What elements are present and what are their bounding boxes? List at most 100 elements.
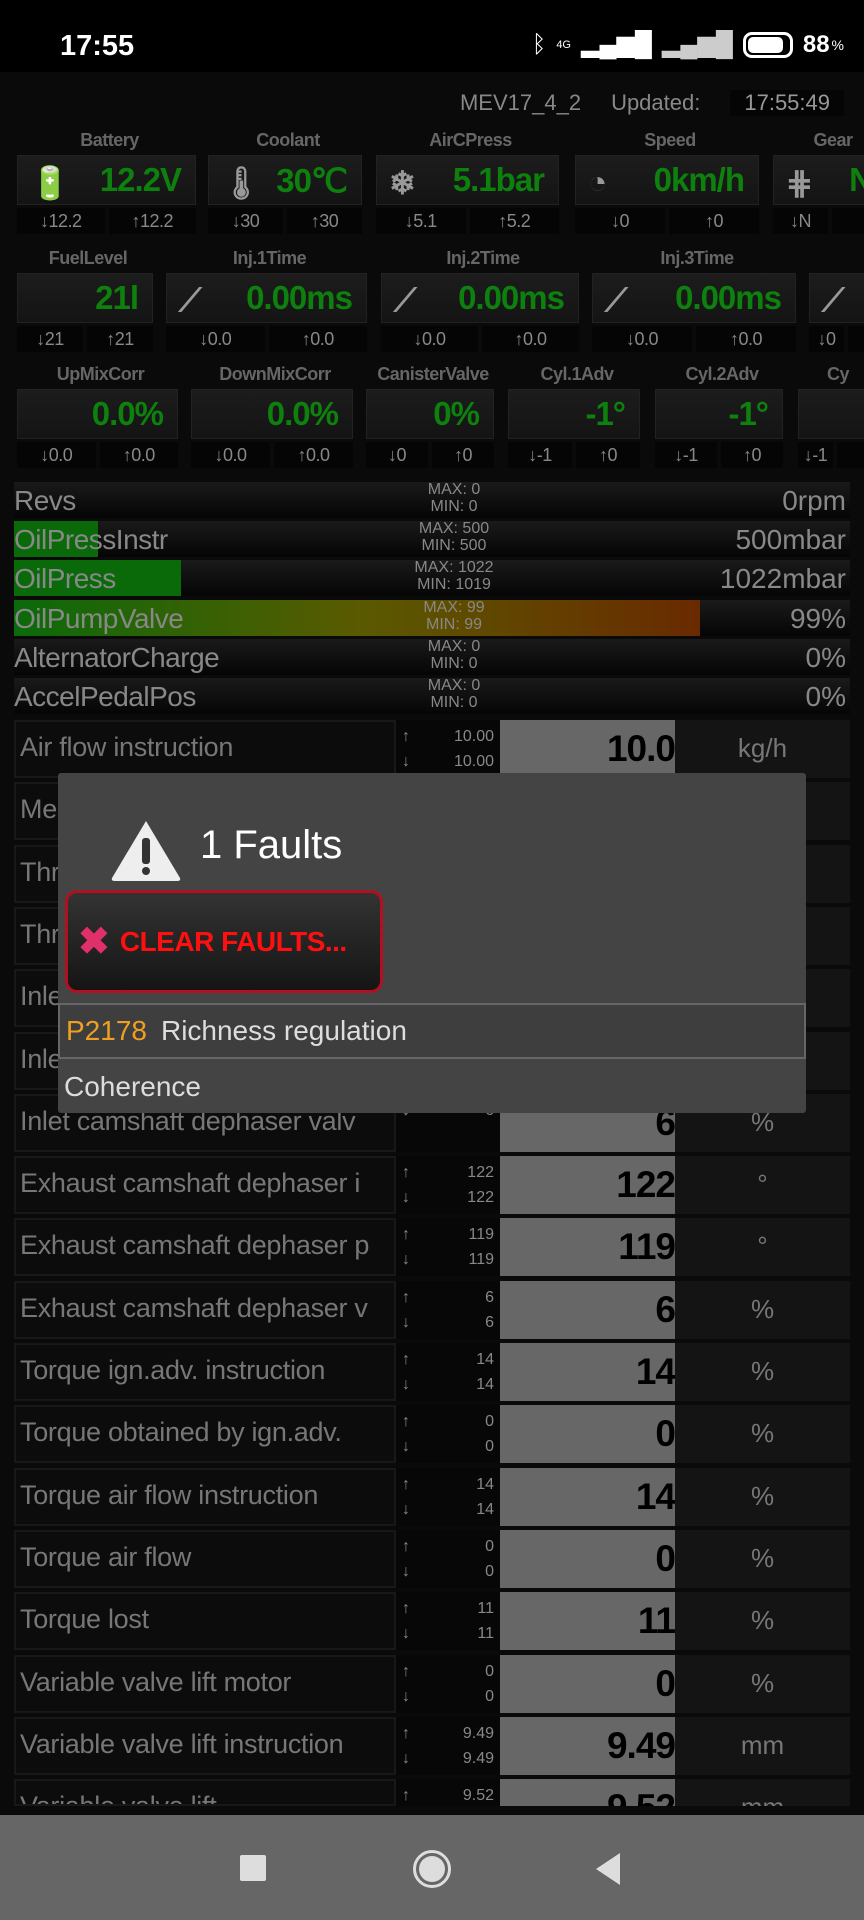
- max-value: 0: [485, 1537, 494, 1555]
- table-row[interactable]: Air flow instruction ↑ 10.00 ↓ 10.00 10.0 kg/h: [14, 720, 850, 778]
- min-value: 0: [485, 1687, 494, 1705]
- max-value: 9.49: [462, 1724, 494, 1742]
- row-value: 6: [500, 1280, 676, 1339]
- arrow-down-icon: ↓: [402, 1687, 410, 1705]
- max-value: 9.52: [462, 1787, 494, 1805]
- row-min: ↓ 11: [402, 1621, 494, 1646]
- row-min: ↓ 119: [402, 1247, 494, 1272]
- row-min: ↓ 0: [402, 1434, 494, 1459]
- table-row[interactable]: Exhaust camshaft dephaser v ↑ 6 ↓ 6 6%: [14, 1280, 850, 1339]
- row-unit: mm: [675, 1716, 850, 1775]
- table-row[interactable]: Exhaust camshaft dephaser i ↑ 122 ↓ 122 122 °: [14, 1156, 850, 1215]
- row-value: 14: [500, 1467, 676, 1526]
- min-value: 0: [485, 1562, 494, 1580]
- row-minmax: ↑ 0 ↓ 0: [396, 1654, 500, 1713]
- row-minmax: ↑ 0 ↓ 0: [396, 1405, 500, 1464]
- row-max: ↑ 0: [402, 1409, 494, 1434]
- table-row[interactable]: Torque ign.adv. instruction ↑ 14 ↓ 14 14%: [14, 1343, 850, 1401]
- row-max: ↑ 14: [402, 1347, 494, 1372]
- min-value: 6: [485, 1313, 494, 1331]
- arrow-down-icon: ↓: [402, 1189, 410, 1207]
- row-unit: %: [675, 1592, 850, 1651]
- max-value: 6: [485, 1288, 494, 1306]
- row-min: ↓ 14: [402, 1497, 494, 1522]
- table-row[interactable]: Exhaust camshaft dephaser p ↑ 119 ↓ 119 119 °: [14, 1218, 850, 1277]
- row-minmax: ↑ 9.49 ↓ 9.49: [396, 1716, 500, 1775]
- max-value: 11: [477, 1600, 494, 1618]
- row-min: ↓ 122: [402, 1185, 494, 1210]
- recents-button[interactable]: [240, 1855, 266, 1881]
- row-value: 0: [500, 1654, 676, 1713]
- row-name: Variable valve lift: [14, 1779, 396, 1806]
- table-row[interactable]: Variable valve lift↑9.52↓9.52mm: [14, 1779, 850, 1806]
- row-name: Exhaust camshaft dephaser p: [14, 1218, 396, 1277]
- row-min: ↓ 0: [402, 1559, 494, 1584]
- back-button[interactable]: [596, 1853, 620, 1885]
- row-value: 0: [500, 1405, 676, 1464]
- row-value: 14: [500, 1343, 676, 1401]
- table-row[interactable]: Variable valve lift instruction ↑ 9.49 ↓ 9.4…: [14, 1716, 850, 1775]
- row-min: ↓ 14: [402, 1372, 494, 1397]
- navigation-bar: [0, 1815, 864, 1920]
- home-button[interactable]: [413, 1850, 451, 1888]
- row-min: ↓6: [402, 1310, 494, 1335]
- arrow-up-icon: ↑: [402, 1351, 410, 1368]
- row-unit: mm: [675, 1779, 850, 1806]
- max-value: 0: [485, 1413, 494, 1431]
- arrow-up-icon: ↑: [402, 728, 410, 745]
- arrow-up-icon: ↑: [402, 1662, 410, 1680]
- row-name: Air flow instruction: [14, 720, 396, 778]
- row-name: Exhaust camshaft dephaser i: [14, 1156, 396, 1215]
- row-max: ↑ 0: [402, 1659, 494, 1684]
- row-min: ↓ 0: [402, 1684, 494, 1709]
- row-max: ↑ 14: [402, 1472, 494, 1497]
- fault-item[interactable]: P2178 Richness regulation: [58, 1003, 806, 1059]
- row-unit: %: [675, 1280, 850, 1339]
- row-name: Torque ign.adv. instruction: [14, 1343, 396, 1401]
- min-value: 11: [477, 1625, 494, 1643]
- table-row[interactable]: Torque air flow instruction ↑ 14 ↓ 14 14%: [14, 1467, 850, 1526]
- min-value: 10.00: [453, 753, 494, 770]
- arrow-up-icon: ↑: [402, 1226, 410, 1244]
- table-row[interactable]: Torque obtained by ign.adv. ↑ 0 ↓ 0 0%: [14, 1405, 850, 1464]
- row-name: Variable valve lift instruction: [14, 1716, 396, 1775]
- min-value: 14: [476, 1376, 494, 1393]
- max-value: 10.00: [453, 728, 494, 745]
- arrow-down-icon: ↓: [402, 1251, 410, 1269]
- row-max: ↑ 9.49: [402, 1721, 494, 1746]
- row-unit: °: [675, 1156, 850, 1215]
- row-value: 10.0: [500, 720, 676, 778]
- table-row[interactable]: Torque lost ↑ 11 ↓ 11 11%: [14, 1592, 850, 1651]
- arrow-down-icon: ↓: [402, 1562, 410, 1580]
- arrow-up-icon: ↑: [402, 1537, 410, 1555]
- max-value: 119: [468, 1226, 494, 1244]
- row-unit: %: [675, 1529, 850, 1588]
- row-name: Torque obtained by ign.adv.: [14, 1405, 396, 1464]
- fault-category: Coherence: [64, 1071, 201, 1102]
- row-minmax: ↑ 0 ↓ 0: [396, 1529, 500, 1588]
- min-value: 14: [476, 1500, 494, 1518]
- row-minmax: ↑ 14 ↓ 14: [396, 1343, 500, 1401]
- arrow-up-icon: ↑: [402, 1600, 410, 1618]
- row-value: 9.52: [500, 1779, 676, 1806]
- clear-faults-button[interactable]: ✖ CLEAR FAULTS...: [65, 890, 383, 993]
- row-minmax: ↑ 11 ↓ 11: [396, 1592, 500, 1651]
- arrow-down-icon: ↓: [402, 1313, 410, 1331]
- row-minmax: ↑ 14 ↓ 14: [396, 1467, 500, 1526]
- arrow-up-icon: ↑: [402, 1164, 410, 1182]
- table-row[interactable]: Torque air flow ↑ 0 ↓ 0 0%: [14, 1529, 850, 1588]
- arrow-down-icon: ↓: [402, 753, 410, 770]
- min-value: 9.49: [462, 1749, 494, 1767]
- row-name: Torque air flow instruction: [14, 1467, 396, 1526]
- row-min: ↓ 10.00: [402, 749, 494, 774]
- row-minmax: ↑ 6 ↓ 6: [396, 1280, 500, 1339]
- arrow-down-icon: ↓: [402, 1625, 410, 1643]
- row-unit: °: [675, 1218, 850, 1277]
- row-minmax: ↑9.52↓: [396, 1779, 500, 1806]
- row-max: ↑ 10.00: [402, 724, 494, 749]
- fault-code: P2178: [66, 1015, 147, 1046]
- row-unit: %: [675, 1405, 850, 1464]
- table-row[interactable]: Variable valve lift motor ↑ 0 ↓ 0 0%: [14, 1654, 850, 1713]
- row-max: ↑ 0: [402, 1534, 494, 1559]
- max-value: 122: [467, 1164, 494, 1182]
